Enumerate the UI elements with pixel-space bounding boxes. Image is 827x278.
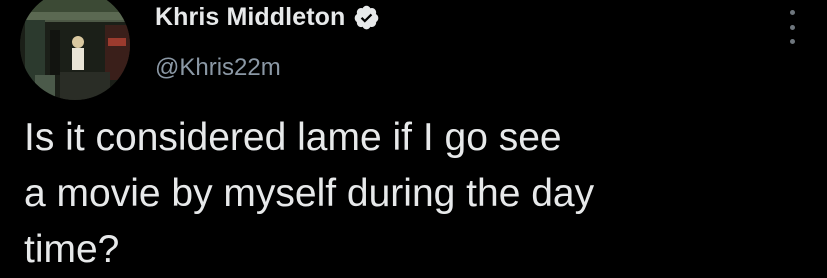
avatar[interactable] xyxy=(20,0,130,100)
verified-badge-icon xyxy=(353,4,380,31)
user-handle[interactable]: @Khris22m xyxy=(155,54,767,82)
more-options-icon[interactable] xyxy=(785,10,799,44)
tweet-text: Is it considered lame if I go see a movi… xyxy=(24,116,595,271)
dot xyxy=(789,24,795,30)
avatar-photo xyxy=(20,0,130,100)
tweet-header: Khris Middleton @Khris22m xyxy=(155,0,767,82)
name-row: Khris Middleton xyxy=(155,0,767,34)
dot xyxy=(789,39,795,44)
display-name[interactable]: Khris Middleton xyxy=(155,3,345,32)
dot xyxy=(789,10,795,15)
tweet-card: Khris Middleton @Khris22m Is it consider… xyxy=(0,0,827,275)
